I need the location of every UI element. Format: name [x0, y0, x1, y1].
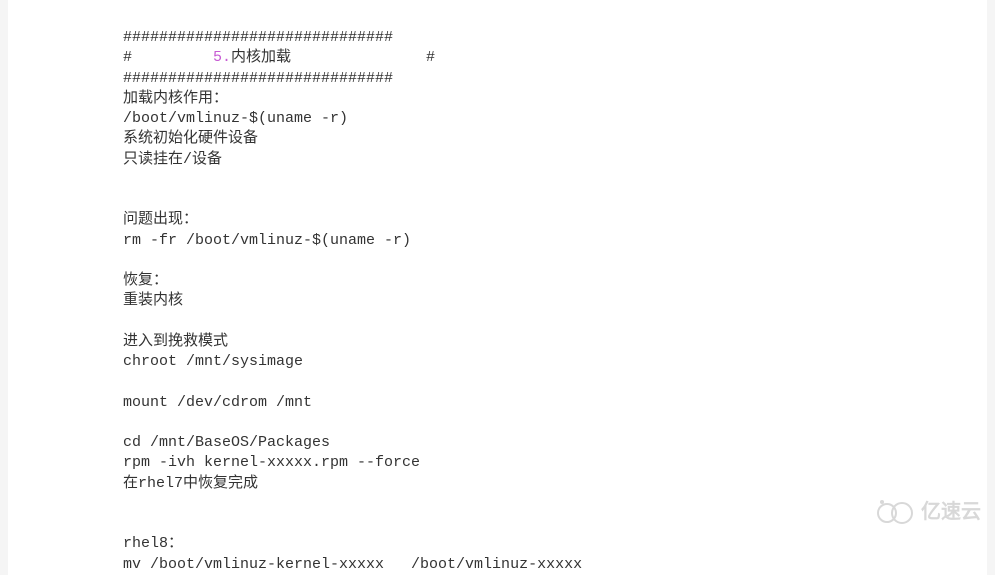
code-line: mount /dev/cdrom /mnt [123, 393, 987, 413]
code-line: rpm -ivh kernel-xxxxx.rpm --force [123, 453, 987, 473]
code-line: 在rhel7中恢复完成 [123, 474, 987, 494]
document-content: ############################### 5.内核加载 #… [123, 28, 987, 575]
document-page: ############################### 5.内核加载 #… [8, 0, 987, 575]
code-line [123, 372, 987, 392]
code-line [123, 170, 987, 190]
code-line: rhel8： [123, 534, 987, 554]
section-number: 5. [213, 49, 231, 66]
code-line: ############################## [123, 28, 987, 48]
code-line: 重装内核 [123, 291, 987, 311]
code-line: # 5.内核加载 # [123, 48, 987, 68]
code-line: 进入到挽救模式 [123, 332, 987, 352]
code-line: chroot /mnt/sysimage [123, 352, 987, 372]
code-line [123, 190, 987, 210]
code-line: 只读挂在/设备 [123, 150, 987, 170]
code-line: cd /mnt/BaseOS/Packages [123, 433, 987, 453]
code-line [123, 514, 987, 534]
code-line [123, 494, 987, 514]
watermark: 亿速云 [877, 499, 981, 526]
code-line: rm -fr /boot/vmlinuz-$(uname -r) [123, 231, 987, 251]
code-line: mv /boot/vmlinuz-kernel-xxxxx /boot/vmli… [123, 555, 987, 575]
code-line [123, 312, 987, 332]
code-line: ############################## [123, 69, 987, 89]
code-line: 恢复： [123, 271, 987, 291]
code-line: 系统初始化硬件设备 [123, 129, 987, 149]
code-line [123, 413, 987, 433]
code-line: 加载内核作用： [123, 89, 987, 109]
code-line [123, 251, 987, 271]
code-line: /boot/vmlinuz-$(uname -r) [123, 109, 987, 129]
watermark-logo-icon [877, 502, 915, 524]
watermark-text: 亿速云 [921, 499, 981, 526]
code-line: 问题出现： [123, 210, 987, 230]
